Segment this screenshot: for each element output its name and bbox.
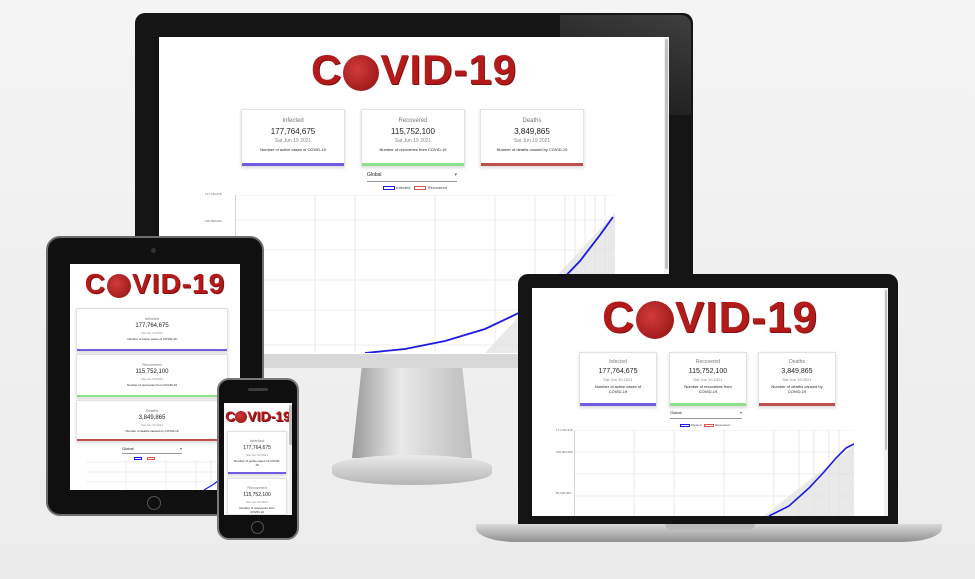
scrollbar-thumb[interactable] bbox=[885, 290, 887, 450]
logo-letters: VID-19 bbox=[247, 408, 291, 424]
laptop-screen: C VID-19 Infected 177,764,675 Sat Jun 19 … bbox=[532, 288, 888, 516]
logo-letters: VID-19 bbox=[674, 293, 818, 342]
laptop-logo: C VID-19 bbox=[532, 296, 888, 340]
y-tick-label: 177,764,675 bbox=[205, 192, 222, 196]
legend-label-infected: Infected bbox=[396, 185, 411, 190]
y-tick-label: 100,000,000 bbox=[205, 219, 222, 223]
card-accent-bar bbox=[77, 395, 227, 397]
laptop-chart bbox=[574, 430, 854, 516]
card-accent-bar bbox=[242, 163, 344, 166]
y-tick-label: 50,000,000 bbox=[556, 491, 572, 495]
select-value: Global bbox=[670, 410, 682, 415]
desktop-card-infected: Infected 177,764,675 Sat Jun 19 2021 Num… bbox=[241, 109, 345, 167]
select-value: Global bbox=[367, 172, 382, 178]
legend-swatch-recovered bbox=[414, 185, 427, 190]
desktop-country-select[interactable]: Global ▾ bbox=[367, 172, 457, 182]
virus-icon bbox=[107, 273, 132, 298]
card-accent-bar bbox=[362, 163, 464, 166]
virus-icon bbox=[235, 411, 248, 424]
legend-label-infected: Infected bbox=[690, 423, 702, 427]
logo-letter-c: C bbox=[225, 408, 236, 424]
tablet-home-button[interactable] bbox=[147, 496, 161, 510]
card-accent-bar bbox=[77, 439, 227, 441]
legend-swatch-infected bbox=[680, 423, 690, 427]
desktop-card-recovered: Recovered 115,752,100 Sat Jun 19 2021 Nu… bbox=[361, 109, 465, 167]
legend-label-recovered: Recovered bbox=[715, 423, 730, 427]
legend-swatch-recovered bbox=[704, 423, 715, 427]
tablet-chart bbox=[86, 460, 234, 490]
legend-label-recovered: Recovered bbox=[427, 185, 447, 190]
logo-letter-c: C bbox=[310, 46, 343, 93]
card-accent-bar bbox=[580, 403, 656, 406]
laptop-scrollbar[interactable] bbox=[884, 288, 888, 516]
laptop-notch bbox=[665, 524, 755, 530]
scrollbar-thumb[interactable] bbox=[665, 39, 668, 269]
card-accent-bar bbox=[759, 403, 835, 406]
card-accent-bar bbox=[77, 349, 227, 351]
desktop-card-deaths: Deaths 3,849,865 Sat Jun 19 2021 Number … bbox=[480, 109, 584, 167]
tablet-card-deaths: Deaths 3,849,865 Sat Jun 19 2021 Number … bbox=[76, 400, 228, 442]
logo-letters: VID-19 bbox=[380, 46, 518, 93]
phone-home-button[interactable] bbox=[251, 521, 264, 534]
logo-letters: VID-19 bbox=[132, 268, 226, 299]
laptop-chart-legend[interactable]: Infected Recovered bbox=[680, 423, 730, 427]
desktop-logo: C VID-19 bbox=[159, 49, 669, 91]
laptop-country-select[interactable]: Global ▾ bbox=[670, 410, 742, 419]
card-accent-bar bbox=[228, 472, 286, 474]
desktop-chart-legend[interactable]: Infected Recovered bbox=[383, 185, 447, 190]
phone-speaker bbox=[248, 388, 268, 391]
laptop-card-infected: Infected 177,764,675 Sat Jun 19 2021 Num… bbox=[579, 352, 657, 407]
card-accent-bar bbox=[481, 163, 583, 166]
phone-screen: C VID-19 Infected 177,764,675 Sat Jun 19 … bbox=[224, 403, 292, 515]
virus-icon bbox=[635, 301, 674, 340]
tablet-card-recovered: Recovered 115,752,100 Sat Jun 19 2021 Nu… bbox=[76, 354, 228, 398]
monitor-stand bbox=[352, 368, 472, 458]
scrollbar-thumb[interactable] bbox=[289, 405, 292, 445]
legend-swatch-infected bbox=[383, 185, 395, 190]
card-accent-bar bbox=[670, 403, 746, 406]
deaths-area bbox=[764, 445, 854, 516]
chevron-down-icon: ▾ bbox=[454, 172, 457, 178]
laptop-card-deaths: Deaths 3,849,865 Sat Jun 19 2021 Number … bbox=[758, 352, 836, 407]
phone-logo: C VID-19 bbox=[224, 408, 292, 424]
tablet-country-select[interactable]: Global ▾ bbox=[122, 446, 182, 454]
tablet-card-infected: Infected 177,764,675 Sat Jun 19 2021 Num… bbox=[76, 308, 228, 352]
tablet-logo: C VID-19 bbox=[70, 270, 240, 298]
phone-card-infected: Infected 177,764,675 Sat Jun 19 2021 Num… bbox=[227, 431, 287, 475]
virus-icon bbox=[343, 54, 380, 91]
tablet-camera bbox=[151, 248, 156, 253]
tablet-screen: C VID-19 Infected 177,764,675 Sat Jun 19 … bbox=[70, 264, 240, 490]
chevron-down-icon: ▾ bbox=[179, 446, 182, 451]
phone-scrollbar[interactable] bbox=[289, 403, 292, 515]
chevron-down-icon: ▾ bbox=[739, 410, 742, 415]
select-value: Global bbox=[122, 446, 134, 451]
y-tick-label: 100,000,000 bbox=[556, 450, 573, 454]
monitor-base bbox=[332, 455, 492, 485]
laptop-card-recovered: Recovered 115,752,100 Sat Jun 19 2021 Nu… bbox=[669, 352, 747, 407]
logo-letter-c: C bbox=[84, 268, 107, 299]
logo-letter-c: C bbox=[602, 293, 635, 342]
phone-card-recovered: Recovered 115,752,100 Sat Jun 19 2021 Nu… bbox=[227, 478, 287, 515]
y-tick-label: 177,764,675 bbox=[556, 428, 573, 432]
